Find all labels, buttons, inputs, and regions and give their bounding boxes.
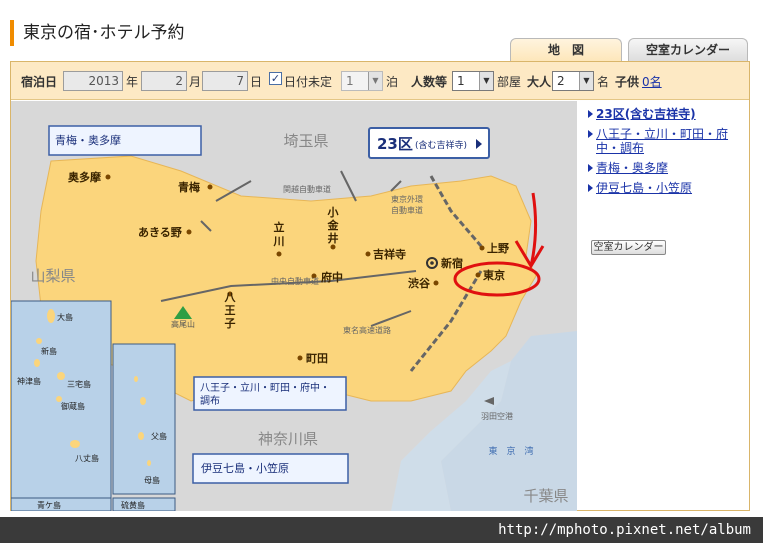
island-aogashima: 青ケ島 bbox=[37, 500, 61, 510]
place-hachioji-3: 子 bbox=[225, 317, 236, 330]
place-takaosan: 高尾山 bbox=[171, 319, 195, 329]
rooms-unit: 部屋 bbox=[497, 75, 522, 89]
chevron-down-icon: ▼ bbox=[368, 72, 382, 90]
place-koganei-1: 小 bbox=[327, 205, 339, 219]
road-chuo: 中央自動車道 bbox=[271, 276, 319, 286]
place-okutama: 奥多摩 bbox=[67, 170, 102, 184]
adults-value: 2 bbox=[557, 74, 565, 88]
place-koganei-3: 井 bbox=[328, 231, 339, 245]
rooms-select[interactable]: 1 ▼ bbox=[452, 71, 494, 91]
rooms-value: 1 bbox=[457, 74, 465, 88]
svg-text:(含む吉祥寺): (含む吉祥寺) bbox=[415, 139, 467, 151]
pref-saitama: 埼玉県 bbox=[283, 132, 328, 150]
sidebar-link-hachioji[interactable]: 八王子・立川・町田・府中・調布 bbox=[587, 127, 747, 155]
nights-value: 1 bbox=[346, 74, 354, 88]
svg-text:調布: 調布 bbox=[200, 394, 220, 407]
view-tabs: 地 図 空室カレンダー bbox=[510, 38, 750, 62]
island-hachijo: 八丈島 bbox=[75, 453, 99, 463]
day-field[interactable]: 7 bbox=[202, 71, 248, 91]
vacancy-calendar-button[interactable]: 空室カレンダー bbox=[591, 240, 666, 255]
search-panel: 宿泊日 2013 年 2 月 7 日 ✓ 日付未定 1 ▼ 泊 人数等 1 ▼ … bbox=[10, 61, 750, 511]
adults-label: 大人 bbox=[527, 75, 552, 89]
airport-label: 羽田空港 bbox=[481, 411, 513, 421]
svg-text:八王子・立川・町田・府中・: 八王子・立川・町田・府中・ bbox=[200, 381, 330, 394]
place-akiruno: あきる野 bbox=[138, 226, 182, 239]
adults-select[interactable]: 2 ▼ bbox=[552, 71, 594, 91]
sidebar-link-ome[interactable]: 青梅・奥多摩 bbox=[587, 161, 747, 175]
date-undecided-checkbox[interactable]: ✓ bbox=[269, 72, 282, 85]
page-title: 東京の宿･ホテル予約 bbox=[10, 20, 185, 46]
pref-yamanashi: 山梨県 bbox=[30, 267, 75, 285]
stay-date-label: 宿泊日 bbox=[21, 75, 58, 89]
place-hachioji-1: 八 bbox=[224, 291, 237, 304]
chevron-down-icon: ▼ bbox=[579, 72, 593, 90]
road-tomei: 東名高速道路 bbox=[343, 325, 391, 335]
pref-kanagawa: 神奈川県 bbox=[258, 430, 318, 448]
search-bar: 宿泊日 2013 年 2 月 7 日 ✓ 日付未定 1 ▼ 泊 人数等 1 ▼ … bbox=[11, 62, 749, 100]
place-shibuya: 渋谷 bbox=[408, 276, 431, 290]
tab-vacancy-calendar[interactable]: 空室カレンダー bbox=[628, 38, 748, 62]
place-tachikawa-2: 川 bbox=[273, 235, 285, 248]
place-kichijoji: 吉祥寺 bbox=[373, 247, 406, 261]
place-ome: 青梅 bbox=[178, 180, 200, 194]
island-niijima: 新島 bbox=[41, 346, 57, 356]
pref-chiba: 千葉県 bbox=[523, 487, 568, 505]
adults-unit: 名 bbox=[597, 75, 610, 89]
sidebar-link-23ku[interactable]: 23区(含む吉祥寺) bbox=[587, 107, 747, 121]
area-button-izu[interactable]: 伊豆七島・小笠原 bbox=[192, 453, 349, 484]
place-koganei-2: 金 bbox=[327, 218, 340, 232]
place-shinjuku: 新宿 bbox=[441, 256, 463, 270]
place-ueno: 上野 bbox=[487, 241, 509, 255]
road-kanetsu: 関越自動車道 bbox=[283, 184, 331, 194]
island-chichi: 父島 bbox=[151, 431, 167, 441]
place-fuchu: 府中 bbox=[321, 270, 343, 284]
place-tachikawa-1: 立 bbox=[274, 220, 285, 234]
area-links: 23区(含む吉祥寺) 八王子・立川・町田・府中・調布 青梅・奥多摩 伊豆七島・小… bbox=[587, 107, 747, 201]
tab-map[interactable]: 地 図 bbox=[510, 38, 622, 62]
island-kozu: 神津島 bbox=[17, 376, 41, 386]
area-map: 埼玉県 山梨県 神奈川県 千葉県 奥多摩 青梅 あきる野 府中 吉祥寺 新宿 上… bbox=[11, 101, 577, 511]
area-button-ome-okutama[interactable]: 青梅・奥多摩 bbox=[48, 125, 202, 156]
island-haha: 母島 bbox=[144, 475, 160, 485]
island-mikura: 御蔵島 bbox=[61, 401, 85, 411]
date-undecided-label: 日付未定 bbox=[284, 75, 333, 89]
place-machida: 町田 bbox=[306, 352, 328, 365]
island-miyake: 三宅島 bbox=[67, 379, 91, 389]
children-label: 子供 bbox=[615, 75, 640, 89]
shinjuku-center bbox=[430, 261, 434, 265]
road-gaikan-2: 自動車道 bbox=[391, 205, 423, 215]
people-label: 人数等 bbox=[411, 75, 448, 89]
page-root: 東京の宿･ホテル予約 地 図 空室カレンダー 宿泊日 2013 年 2 月 7 … bbox=[0, 0, 763, 543]
sidebar-link-izu[interactable]: 伊豆七島・小笠原 bbox=[587, 181, 747, 195]
year-field[interactable]: 2013 bbox=[63, 71, 123, 91]
svg-text:伊豆七島・小笠原: 伊豆七島・小笠原 bbox=[201, 461, 289, 475]
nights-unit: 泊 bbox=[386, 75, 399, 89]
svg-text:23区: 23区 bbox=[377, 135, 413, 153]
map-svg: 埼玉県 山梨県 神奈川県 千葉県 奥多摩 青梅 あきる野 府中 吉祥寺 新宿 上… bbox=[11, 101, 577, 511]
island-oshima: 大島 bbox=[57, 312, 73, 322]
road-gaikan-1: 東京外環 bbox=[391, 194, 423, 204]
area-button-23ku[interactable]: 23区 (含む吉祥寺) bbox=[368, 127, 490, 159]
ogasawara-frame bbox=[112, 343, 176, 495]
month-unit: 月 bbox=[189, 75, 202, 89]
day-unit: 日 bbox=[250, 75, 263, 89]
children-link[interactable]: 0名 bbox=[642, 73, 662, 90]
island-iwo: 硫黄島 bbox=[121, 500, 145, 510]
watermark: http://mphoto.pixnet.net/album bbox=[0, 517, 763, 543]
place-hachioji-2: 王 bbox=[225, 304, 236, 317]
month-field[interactable]: 2 bbox=[141, 71, 187, 91]
place-tokyo: 東京 bbox=[483, 268, 505, 282]
nights-select[interactable]: 1 ▼ bbox=[341, 71, 383, 91]
bay-label: 東 京 湾 bbox=[488, 445, 533, 457]
area-button-hachioji[interactable]: 八王子・立川・町田・府中・ 調布 bbox=[193, 376, 347, 411]
chevron-down-icon: ▼ bbox=[479, 72, 493, 90]
svg-text:青梅・奥多摩: 青梅・奥多摩 bbox=[55, 133, 121, 147]
year-unit: 年 bbox=[126, 75, 139, 89]
aogashima-frame bbox=[11, 497, 112, 511]
